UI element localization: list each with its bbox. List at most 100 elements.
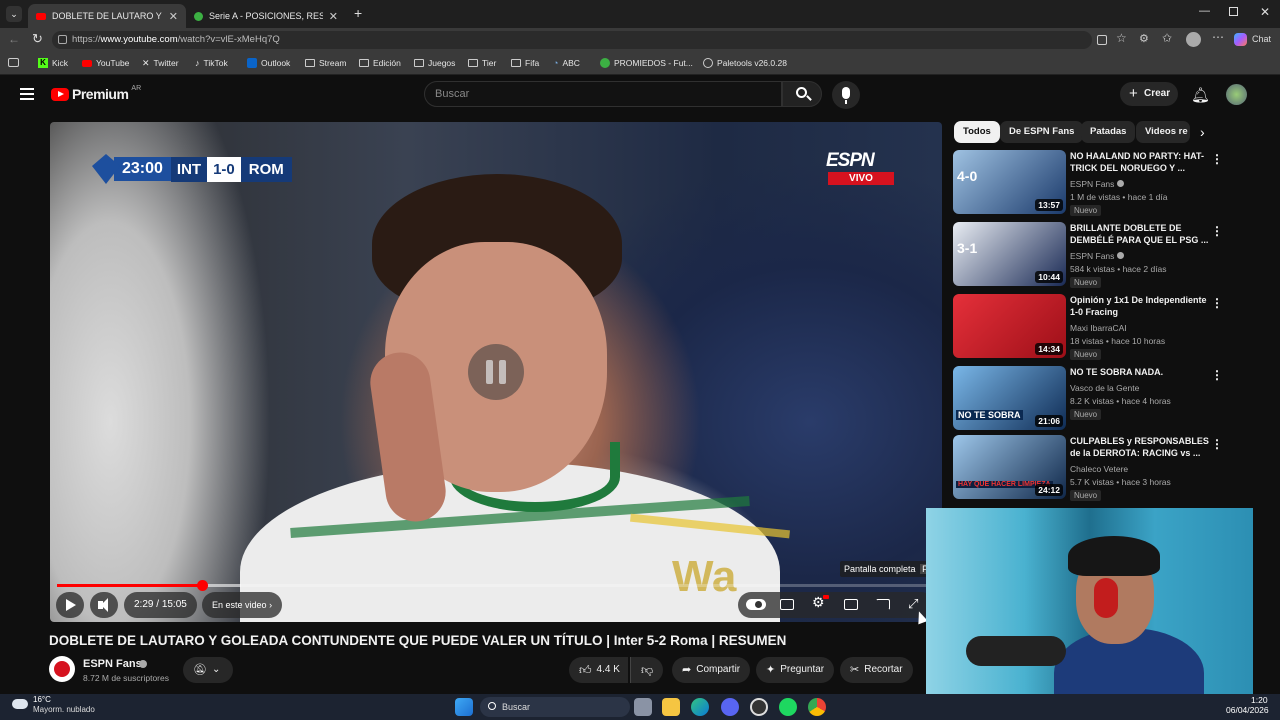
menu-hamburger-icon[interactable] <box>20 88 34 100</box>
chips-next-chevron-icon[interactable]: › <box>1200 124 1205 140</box>
reload-icon[interactable]: ↻ <box>32 31 43 47</box>
more-actions-icon[interactable]: ⋮ <box>1211 368 1223 382</box>
more-actions-icon[interactable]: ⋮ <box>1211 152 1223 166</box>
autoplay-toggle[interactable] <box>746 599 766 610</box>
weather-description[interactable]: Mayorm. nublado <box>33 705 95 714</box>
bookmark-promiedos[interactable]: PROMIEDOS - Fut... <box>600 56 693 70</box>
recommended-title[interactable]: NO HAALAND NO PARTY: HAT-TRICK DEL NORUE… <box>1070 150 1210 174</box>
dislike-button[interactable]: 👎︎ <box>630 657 664 683</box>
close-window-icon[interactable]: ✕ <box>1260 5 1270 19</box>
taskbar-search[interactable]: Buscar <box>480 697 630 717</box>
tab-serie-a[interactable]: Serie A - POSICIONES, RESULTADOS ✕ <box>186 4 346 28</box>
notifications-bell-icon[interactable]: 🔔︎ <box>1191 86 1210 104</box>
clock-time[interactable]: 1:20 <box>1251 695 1268 705</box>
minimize-icon[interactable]: — <box>1199 5 1210 17</box>
windows-start-icon[interactable] <box>455 698 473 716</box>
new-tab-icon[interactable]: + <box>354 5 362 21</box>
discord-icon[interactable] <box>721 698 739 716</box>
obs-icon[interactable] <box>750 698 768 716</box>
progress-bar[interactable] <box>57 580 935 591</box>
close-tab-icon[interactable]: ✕ <box>169 10 178 23</box>
tab-actions-icon[interactable]: ⌄ <box>6 6 22 22</box>
clip-button[interactable]: ✂ Recortar <box>840 657 913 683</box>
recommended-channel[interactable]: ESPN Fans <box>1070 179 1124 189</box>
cast-icon[interactable] <box>876 599 890 610</box>
copilot-icon[interactable] <box>1234 33 1247 46</box>
tab-youtube-video[interactable]: DOBLETE DE LAUTARO Y GOLEA ✕ <box>28 4 186 28</box>
recommended-video[interactable]: HAY QUE HACER LIMPIEZA 24:12 CULPABLES y … <box>953 435 1223 501</box>
recommended-title[interactable]: BRILLANTE DOBLETE DE DEMBÉLÉ PARA QUE EL… <box>1070 222 1210 246</box>
recommended-video[interactable]: 14:34 Opinión y 1x1 De Independiente 1-0… <box>953 294 1223 360</box>
recommended-video[interactable]: NO TE SOBRA 21:06 NO TE SOBRA NADA. Vasco… <box>953 366 1223 430</box>
channel-name[interactable]: ESPN Fans <box>83 658 142 670</box>
profile-avatar[interactable] <box>1186 32 1201 47</box>
chip-todos[interactable]: Todos <box>954 121 1000 143</box>
spotify-icon[interactable] <box>779 698 797 716</box>
bookmark-tier[interactable]: Tier <box>468 56 496 70</box>
video-thumbnail[interactable]: 14:34 <box>953 294 1066 358</box>
recommended-video[interactable]: 4-0 13:57 NO HAALAND NO PARTY: HAT-TRICK … <box>953 150 1223 216</box>
recommended-title[interactable]: NO TE SOBRA NADA. <box>1070 366 1210 378</box>
bookmark-youtube[interactable]: YouTube <box>82 56 129 70</box>
pause-overlay[interactable] <box>468 344 524 400</box>
collections-icon[interactable] <box>8 58 19 67</box>
reader-view-icon[interactable] <box>1097 35 1107 45</box>
video-thumbnail[interactable]: 3-1 10:44 <box>953 222 1066 286</box>
video-thumbnail[interactable]: 4-0 13:57 <box>953 150 1066 214</box>
video-player[interactable]: Wa 23:00 INT 1-0 ROM ESPN VIVO 2:29 / 15… <box>50 122 942 622</box>
fullscreen-icon[interactable]: ⤢ <box>908 596 918 612</box>
url-field[interactable]: https://www.youtube.com/watch?v=vlE-xMeH… <box>52 31 1092 49</box>
favorites-icon[interactable]: ✩ <box>1162 31 1172 45</box>
create-button[interactable]: + Crear <box>1120 82 1178 106</box>
file-explorer-icon[interactable] <box>662 698 680 716</box>
miniplayer-icon[interactable] <box>844 599 858 610</box>
like-button[interactable]: 👍︎ 4.4 K <box>569 657 628 683</box>
share-button[interactable]: ➦ Compartir <box>672 657 751 683</box>
site-info-icon[interactable] <box>58 35 67 44</box>
subscribed-button[interactable]: 🔕︎ ⌄ <box>183 657 233 683</box>
volume-button[interactable] <box>90 592 118 618</box>
bookmark-twitter[interactable]: ✕ Twitter <box>142 56 179 70</box>
bookmark-kick[interactable]: K Kick <box>38 56 68 70</box>
recommended-video[interactable]: 3-1 10:44 BRILLANTE DOBLETE DE DEMBÉLÉ PA… <box>953 222 1223 288</box>
extensions-icon[interactable]: ⚙ <box>1139 32 1149 45</box>
bookmark-paletools[interactable]: Paletools v26.0.28 <box>703 56 787 70</box>
weather-temperature[interactable]: 16°C <box>33 695 51 704</box>
edge-icon[interactable] <box>691 698 709 716</box>
channel-avatar[interactable] <box>49 656 75 682</box>
favorite-star-icon[interactable]: ☆ <box>1116 31 1127 45</box>
chapters-button[interactable]: En este video › <box>202 592 283 618</box>
recommended-channel[interactable]: Chaleco Vetere <box>1070 464 1128 474</box>
recommended-channel[interactable]: ESPN Fans <box>1070 251 1124 261</box>
bookmark-tiktok[interactable]: ♪ TikTok <box>195 56 228 70</box>
bookmark-abc[interactable]: ◔ ABC <box>553 56 580 70</box>
bookmark-fifa[interactable]: Fifa <box>511 56 539 70</box>
back-icon[interactable]: ← <box>8 32 20 46</box>
video-thumbnail[interactable]: NO TE SOBRA 21:06 <box>953 366 1066 430</box>
play-button[interactable] <box>56 592 84 618</box>
more-actions-icon[interactable]: ⋮ <box>1211 296 1223 310</box>
weather-cloud-icon[interactable] <box>12 699 28 709</box>
bookmark-outlook[interactable]: Outlook <box>247 56 290 70</box>
video-thumbnail[interactable]: HAY QUE HACER LIMPIEZA 24:12 <box>953 435 1066 499</box>
bookmark-juegos[interactable]: Juegos <box>414 56 455 70</box>
more-actions-icon[interactable]: ⋮ <box>1211 437 1223 451</box>
recommended-channel[interactable]: Vasco de la Gente <box>1070 383 1139 393</box>
more-menu-icon[interactable]: ⋯ <box>1212 30 1224 44</box>
restore-icon[interactable] <box>1229 7 1238 16</box>
chip-videos-relacionados[interactable]: Videos re <box>1136 121 1190 143</box>
scrubber-handle[interactable] <box>196 580 208 591</box>
voice-search-button[interactable] <box>832 81 860 109</box>
chip-de-espn-fans[interactable]: De ESPN Fans <box>1000 121 1084 143</box>
bookmark-stream[interactable]: Stream <box>305 56 346 70</box>
task-view-icon[interactable] <box>634 698 652 716</box>
youtube-logo[interactable]: Premium AR <box>51 85 141 102</box>
account-avatar[interactable] <box>1226 84 1247 105</box>
recommended-title[interactable]: Opinión y 1x1 De Independiente 1-0 Fraci… <box>1070 294 1210 318</box>
bookmark-edicion[interactable]: Edición <box>359 56 401 70</box>
recommended-title[interactable]: CULPABLES y RESPONSABLES de la DERROTA: … <box>1070 435 1210 459</box>
clock-date[interactable]: 06/04/2026 <box>1226 705 1269 715</box>
chip-patadas[interactable]: Patadas <box>1081 121 1136 143</box>
more-actions-icon[interactable]: ⋮ <box>1211 224 1223 238</box>
search-input[interactable]: Buscar <box>424 81 782 107</box>
